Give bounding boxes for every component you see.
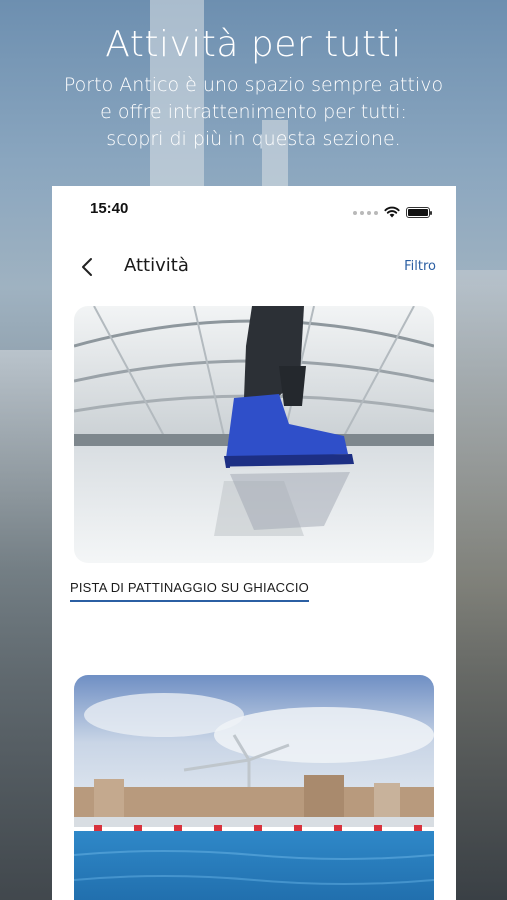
status-icons [353,203,432,222]
back-button[interactable] [76,254,98,280]
hero-subtitle-line: scopri di più in questa sezione. [106,128,401,150]
hero-subtitle-line: Porto Antico è uno spazio sempre attivo [63,74,444,96]
filter-button[interactable]: Filtro [404,259,436,274]
ice-rink-image[interactable] [74,306,434,563]
battery-icon [406,207,432,218]
wifi-icon [384,203,400,222]
pool-image[interactable] [74,675,434,900]
navigation-bar: Attività Filtro [52,246,456,288]
status-bar: 15:40 [52,186,456,232]
card-title[interactable]: PISTA DI PATTINAGGIO SU GHIACCIO [70,580,309,602]
hero-subtitle-line: e offre intrattenimento per tutti: [100,101,407,123]
hero-title: Attività per tutti [105,24,402,65]
background-structure-left [0,350,52,900]
page-title: Attività [124,255,189,276]
hero-subtitle: Porto Antico è uno spazio sempre attivo … [0,72,507,153]
background-structure-right [455,270,507,900]
phone-screen: 15:40 Attività Filtro PISTA DI PATTINAGG… [52,186,456,900]
status-time: 15:40 [90,200,129,217]
chevron-left-icon [82,258,92,276]
hero-header: Attività per tutti Porto Antico è uno sp… [0,22,507,153]
signal-dots-icon [353,210,378,215]
